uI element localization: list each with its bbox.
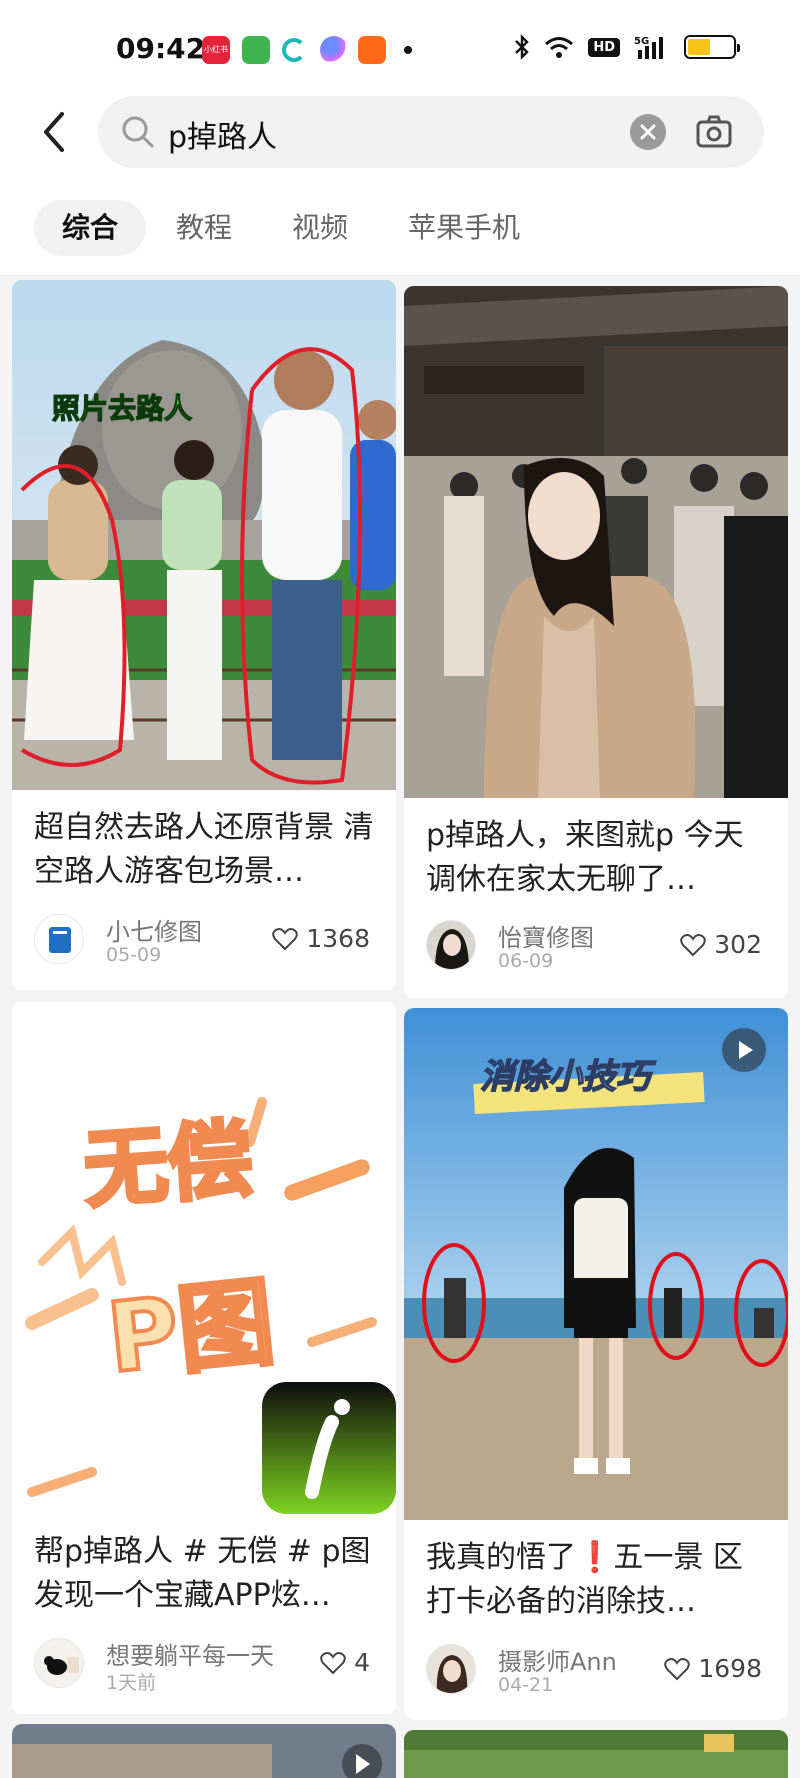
signal-icon: 5G [634,36,663,59]
feed-card[interactable] [12,1724,396,1778]
status-bar: 09:42 小红书 HD 5G [0,0,800,92]
like-button[interactable]: 1698 [664,1654,762,1683]
like-button[interactable]: 4 [320,1648,370,1677]
like-button[interactable]: 302 [680,930,762,959]
like-count: 4 [354,1648,370,1677]
feed-card[interactable] [404,1730,788,1778]
card-cover-image: 消除小技巧 [404,1008,788,1520]
author-name[interactable]: 小七修图 [106,912,202,947]
like-count: 1698 [698,1654,762,1683]
feed-card[interactable]: 无偿 P图 帮p掉路人 # 无偿 # p图 发现一个宝藏APP炫… 想要躺平每一… [12,1002,396,1714]
back-arrow-icon[interactable] [36,108,76,156]
cover-overlay-title: 无偿 [81,1110,255,1219]
feed-card[interactable]: 照片去路人 超自然去路人还原背景 清空路人游客包场景… 小七修图 05-09 1… [12,280,396,990]
bluetooth-icon [515,34,530,60]
cover-overlay-text: 照片去路人 [52,392,192,425]
battery-icon [684,35,740,59]
avatar[interactable] [426,920,476,970]
search-input[interactable]: p掉路人 [168,112,277,156]
filter-tabs: 综合 教程 视频 苹果手机 [0,178,800,276]
post-date: 05-09 [106,944,162,966]
more-notifications-dot [404,46,412,54]
status-right-group: HD 5G [514,34,740,60]
svg-text:5G: 5G [634,36,649,47]
card-cover-image [404,1730,788,1778]
search-header: p掉路人 [0,92,800,178]
camera-search-icon[interactable] [694,112,734,152]
feed-card[interactable]: 消除小技巧 我真的悟了❗️五一景 区打卡必备的消除技… 摄影师Ann 04-21 [404,1008,788,1720]
search-box[interactable]: p掉路人 [98,96,764,168]
close-icon [640,124,656,140]
post-date: 04-21 [498,1674,554,1696]
status-time: 09:42 [116,32,206,65]
heart-icon [680,933,707,956]
xiaohongshu-app-icon: 小红书 [202,36,230,64]
author-name[interactable]: 摄影师Ann [498,1642,617,1677]
cover-overlay-text: 消除小技巧 [480,1057,656,1097]
like-count: 1368 [306,924,370,953]
clear-search-button[interactable] [630,114,666,150]
card-cover-image: 无偿 P图 [12,1002,396,1514]
card-title: 超自然去路人还原背景 清空路人游客包场景… [34,810,374,889]
author-name[interactable]: 想要躺平每一天 [106,1636,274,1671]
search-icon [122,116,154,148]
hd-badge: HD [588,37,620,57]
tab-apple-phone[interactable]: 苹果手机 [408,200,520,256]
shop-app-icon [358,36,386,64]
avatar[interactable] [34,1638,84,1688]
flower-app-icon [320,36,348,64]
heart-icon [664,1657,691,1680]
tab-video[interactable]: 视频 [292,200,348,256]
tab-comprehensive[interactable]: 综合 [34,200,147,256]
video-play-button[interactable] [722,1028,766,1072]
avatar[interactable] [426,1644,476,1694]
wifi-icon [545,37,574,58]
heart-icon [320,1651,346,1674]
card-cover-image: 照片去路人 [12,280,396,790]
post-date: 1天前 [106,1672,157,1694]
card-cover-image [404,286,788,798]
author-name[interactable]: 怡寶修图 [498,918,594,953]
feed-card[interactable]: p掉路人，来图就p 今天调休在家太无聊了… 怡寶修图 06-09 302 [404,286,788,998]
avatar[interactable] [34,914,84,964]
card-title: 帮p掉路人 # 无偿 # p图 发现一个宝藏APP炫… [34,1534,371,1613]
card-title: p掉路人，来图就p 今天调休在家太无聊了… [426,818,744,897]
like-button[interactable]: 1368 [272,924,370,953]
sync-app-icon [282,38,306,62]
message-app-icon [242,36,270,64]
tab-tutorial[interactable]: 教程 [176,200,232,256]
card-cover-image [12,1724,396,1778]
cover-overlay-subtitle: P图 [102,1266,279,1395]
play-icon [739,1041,753,1059]
card-title: 我真的悟了❗️五一景 区打卡必备的消除技… [426,1540,743,1619]
heart-icon [272,927,299,950]
like-count: 302 [714,930,762,959]
post-date: 06-09 [498,950,554,972]
